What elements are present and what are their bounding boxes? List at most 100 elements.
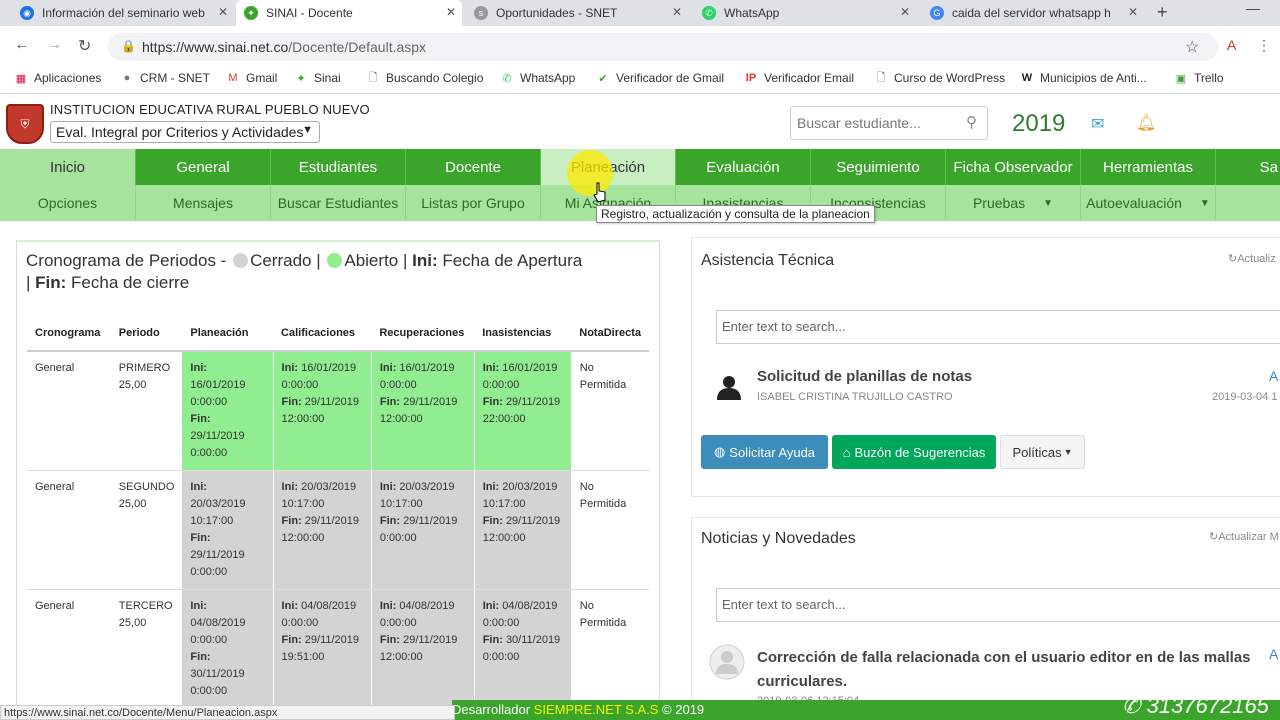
fin-label: Fin: — [281, 515, 302, 527]
forward-icon[interactable]: → — [46, 36, 62, 54]
page-icon: 🗋 — [368, 71, 378, 84]
bookmark-crm[interactable]: ● CRM - SNET — [120, 71, 210, 85]
bookmark-wordpress[interactable]: 🗋 Curso de WordPress — [874, 71, 1006, 85]
check-icon: ✔ — [598, 72, 608, 85]
bookmark-aplicaciones[interactable]: ▦ Aplicaciones — [14, 71, 102, 85]
menu-estudiantes[interactable]: Estudiantes — [271, 149, 406, 185]
noticias-item-title[interactable]: Corrección de falla relacionada con el u… — [757, 646, 1257, 694]
button-label: Solicitar Ayuda — [729, 444, 816, 460]
bookmark-verificador-gmail[interactable]: ✔ Verificador de Gmail — [596, 71, 724, 85]
menu-herramientas[interactable]: Herramientas — [1081, 149, 1216, 185]
bookmark-trello[interactable]: ▣ Trello — [1174, 71, 1224, 85]
close-icon[interactable]: ✕ — [900, 5, 910, 19]
caret-down-icon: ▼ — [1043, 197, 1054, 209]
fin-label: Fin: — [482, 396, 503, 408]
tab-sinai-docente[interactable]: ✦ SINAI - Docente ✕ — [236, 0, 462, 26]
bookmark-sinai[interactable]: ✦ Sinai — [294, 71, 340, 85]
cell-planeacion: Ini: 16/01/2019 0:00:00 Fin: 29/11/2019 0… — [182, 351, 274, 471]
fin-value: 29/11/2019 0:00:00 — [190, 430, 245, 459]
closed-dot-icon — [233, 253, 249, 268]
page-icon: 🗋 — [876, 71, 886, 84]
tab-seminario[interactable]: ◉ Información del seminario web ✕ — [12, 0, 234, 26]
google-icon: G — [930, 6, 944, 20]
close-icon[interactable]: ✕ — [218, 5, 228, 19]
bookmark-label: Aplicaciones — [34, 71, 102, 85]
bell-icon[interactable]: 🔔︎ — [1136, 113, 1156, 133]
back-icon[interactable]: ← — [14, 36, 30, 54]
cell-periodo: TERCERO 25,00 — [110, 589, 183, 709]
asistencia-item-author: ISABEL CRISTINA TRUJILLO CASTRO — [757, 391, 953, 403]
menu-evaluacion[interactable]: Evaluación — [676, 149, 811, 185]
main-menu: Inicio General Estudiantes Docente Plane… — [0, 149, 1280, 185]
url-input[interactable]: 🔒 https://www.sinai.net.co/Docente/Defau… — [108, 33, 1218, 61]
noticias-refresh[interactable]: ↻Actualizar M — [1209, 530, 1279, 543]
cell-recuperaciones: Ini: 04/08/2019 0:00:00 Fin: 29/11/2019 1… — [371, 589, 475, 709]
student-search-input[interactable]: Buscar estudiante... ⚲ — [790, 106, 988, 140]
minimize-icon[interactable]: — — [1246, 0, 1260, 16]
col-calificaciones: Calificaciones — [273, 315, 372, 352]
whatsapp-contact[interactable]: ✆ 3137672165 — [1122, 695, 1269, 717]
closed-label: Cerrado | — [250, 251, 321, 270]
search-icon[interactable]: ⚲ — [966, 113, 977, 131]
bookmark-whatsapp[interactable]: ✆ WhatsApp — [500, 71, 575, 85]
bookmark-municipios[interactable]: W Municipios de Anti... — [1020, 71, 1147, 85]
cell-notadirecta: No Permitida — [571, 351, 649, 471]
webinar-icon: ◉ — [20, 6, 34, 20]
bookmark-label: Municipios de Anti... — [1040, 71, 1147, 85]
menu-docente[interactable]: Docente — [406, 149, 541, 185]
cell-cronograma: General — [27, 351, 111, 471]
cell-recuperaciones: Ini: 20/03/2019 10:17:00 Fin: 29/11/2019 … — [371, 470, 475, 590]
submenu-opciones[interactable]: Opciones — [0, 185, 136, 221]
caret-down-icon: ▼ — [1199, 197, 1210, 209]
close-icon[interactable]: ✕ — [672, 5, 682, 19]
tab-caida-servidor[interactable]: G caida del servidor whatsapp h ✕ — [922, 0, 1144, 26]
ini-label: Ini: — [281, 600, 299, 612]
submenu-pruebas[interactable]: Pruebas ▼ — [946, 185, 1081, 221]
bookmark-star-icon[interactable]: ☆ — [1185, 37, 1199, 57]
ini-value: 16/01/2019 0:00:00 — [190, 379, 246, 408]
submenu-listas-grupo[interactable]: Listas por Grupo — [406, 185, 541, 221]
evaluation-value: Eval. Integral por Criterios y Actividad… — [56, 124, 304, 140]
url-path: /Docente/Default.aspx — [288, 39, 427, 55]
pdf-extension-icon[interactable]: A — [1227, 37, 1236, 53]
reload-icon[interactable]: ↻ — [78, 36, 91, 56]
bookmark-verificador-email[interactable]: IP Verificador Email — [744, 71, 854, 85]
menu-general[interactable]: General — [136, 149, 271, 185]
user-avatar-icon — [709, 644, 745, 680]
fin-label: Fin: — [190, 651, 211, 663]
noticias-search-input[interactable]: Enter text to search... — [716, 588, 1280, 622]
year-label: 2019 — [1012, 110, 1066, 137]
bookmark-buscando-colegio[interactable]: 🗋 Buscando Colegio — [366, 71, 484, 85]
menu-salir[interactable]: Sa — [1216, 149, 1280, 185]
page-content: ⛨ INSTITUCION EDUCATIVA RURAL PUEBLO NUE… — [0, 94, 1280, 720]
evaluation-select[interactable]: Eval. Integral por Criterios y Actividad… — [50, 121, 320, 143]
close-icon[interactable]: ✕ — [446, 5, 456, 19]
buzon-sugerencias-button[interactable]: ⌂ Buzón de Sugerencias — [832, 435, 996, 469]
submenu-autoevaluacion[interactable]: Autoevaluación ▼ — [1081, 185, 1216, 221]
menu-ficha-observador[interactable]: Ficha Observador — [946, 149, 1081, 185]
politicas-button[interactable]: Políticas ▼ — [1000, 435, 1085, 469]
tab-label: Oportunidades - SNET — [496, 6, 618, 20]
asistencia-refresh[interactable]: ↻Actualiz — [1228, 252, 1276, 265]
globe-icon: ◍ — [713, 444, 726, 459]
menu-dots-icon[interactable]: ⋮ — [1257, 37, 1271, 54]
cell-text: SEGUNDO — [118, 481, 175, 493]
solicitar-ayuda-button[interactable]: ◍ Solicitar Ayuda — [701, 435, 828, 469]
inbox-icon: ⌂ — [842, 444, 851, 460]
sinai-icon: ✦ — [244, 6, 258, 20]
bookmark-gmail[interactable]: M Gmail — [226, 71, 277, 85]
submenu-buscar-estudiantes[interactable]: Buscar Estudiantes — [271, 185, 406, 221]
apps-grid-icon: ▦ — [15, 72, 27, 85]
menu-inicio[interactable]: Inicio — [0, 149, 136, 185]
new-tab-button[interactable]: + — [1157, 2, 1168, 23]
dev-name[interactable]: SIEMPRE.NET S.A.S — [534, 702, 659, 717]
menu-seguimiento[interactable]: Seguimiento — [811, 149, 946, 185]
tab-whatsapp[interactable]: ✆ WhatsApp ✕ — [694, 0, 916, 26]
close-icon[interactable]: ✕ — [1128, 5, 1138, 19]
cell-calificaciones: Ini: 16/01/2019 0:00:00 Fin: 29/11/2019 1… — [273, 351, 372, 471]
mail-icon[interactable]: ✉ — [1091, 114, 1104, 134]
tab-oportunidades[interactable]: s Oportunidades - SNET ✕ — [466, 0, 688, 26]
submenu-mensajes[interactable]: Mensajes — [136, 185, 271, 221]
asistencia-item-title[interactable]: Solicitud de planillas de notas — [757, 368, 972, 385]
asistencia-search-input[interactable]: Enter text to search... — [716, 310, 1280, 344]
